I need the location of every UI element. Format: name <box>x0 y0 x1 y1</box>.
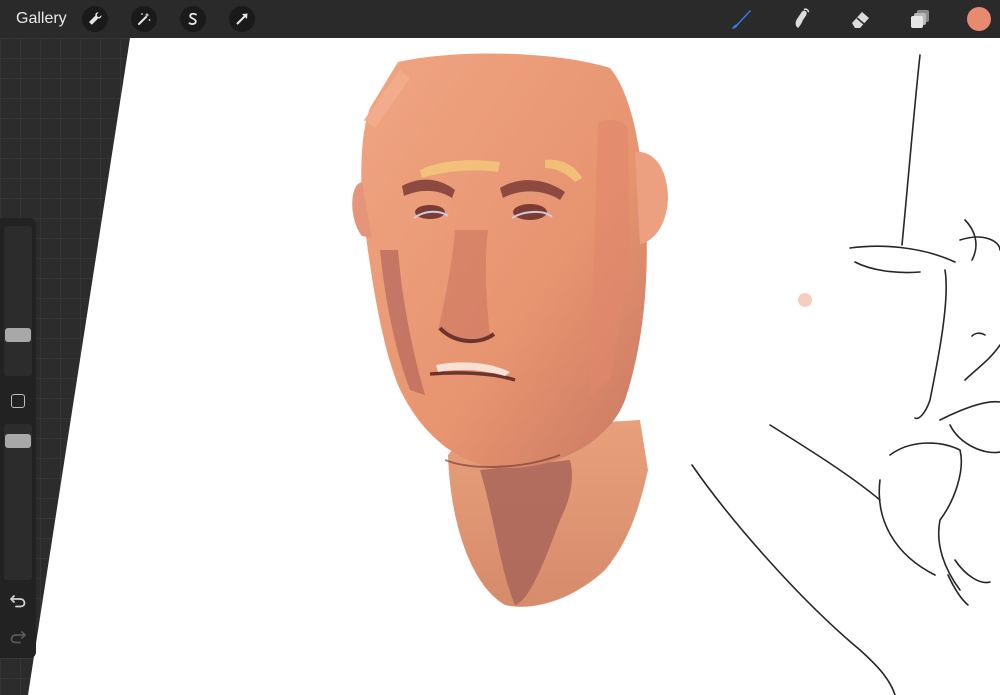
transform-arrow-icon <box>236 13 248 25</box>
gallery-button[interactable]: Gallery <box>16 10 67 28</box>
eraser-tool[interactable] <box>848 6 874 32</box>
sidebar <box>0 218 36 658</box>
layers-icon <box>911 10 929 28</box>
smudge-icon <box>795 8 810 28</box>
eraser-icon <box>852 12 869 28</box>
color-picker-swatch[interactable] <box>967 7 991 31</box>
layers-tool[interactable] <box>908 6 934 32</box>
redo-icon[interactable] <box>8 626 28 646</box>
top-toolbar: Gallery <box>0 0 1000 38</box>
brush-icon <box>732 10 751 29</box>
drawing-canvas[interactable] <box>0 38 1000 695</box>
brush-size-thumb[interactable] <box>5 328 31 342</box>
opacity-slider[interactable] <box>4 424 32 580</box>
magic-wand-icon <box>138 12 151 25</box>
actions-button[interactable] <box>82 6 108 32</box>
wrench-icon <box>89 12 102 25</box>
adjustments-button[interactable] <box>131 6 157 32</box>
transform-button[interactable] <box>229 6 255 32</box>
selection-s-icon <box>188 12 197 25</box>
smudge-tool[interactable] <box>788 6 814 32</box>
brush-size-slider[interactable] <box>4 226 32 376</box>
modify-button[interactable] <box>11 394 25 408</box>
opacity-thumb[interactable] <box>5 434 31 448</box>
selection-button[interactable] <box>180 6 206 32</box>
undo-icon[interactable] <box>8 590 28 610</box>
brush-tool[interactable] <box>728 6 754 32</box>
